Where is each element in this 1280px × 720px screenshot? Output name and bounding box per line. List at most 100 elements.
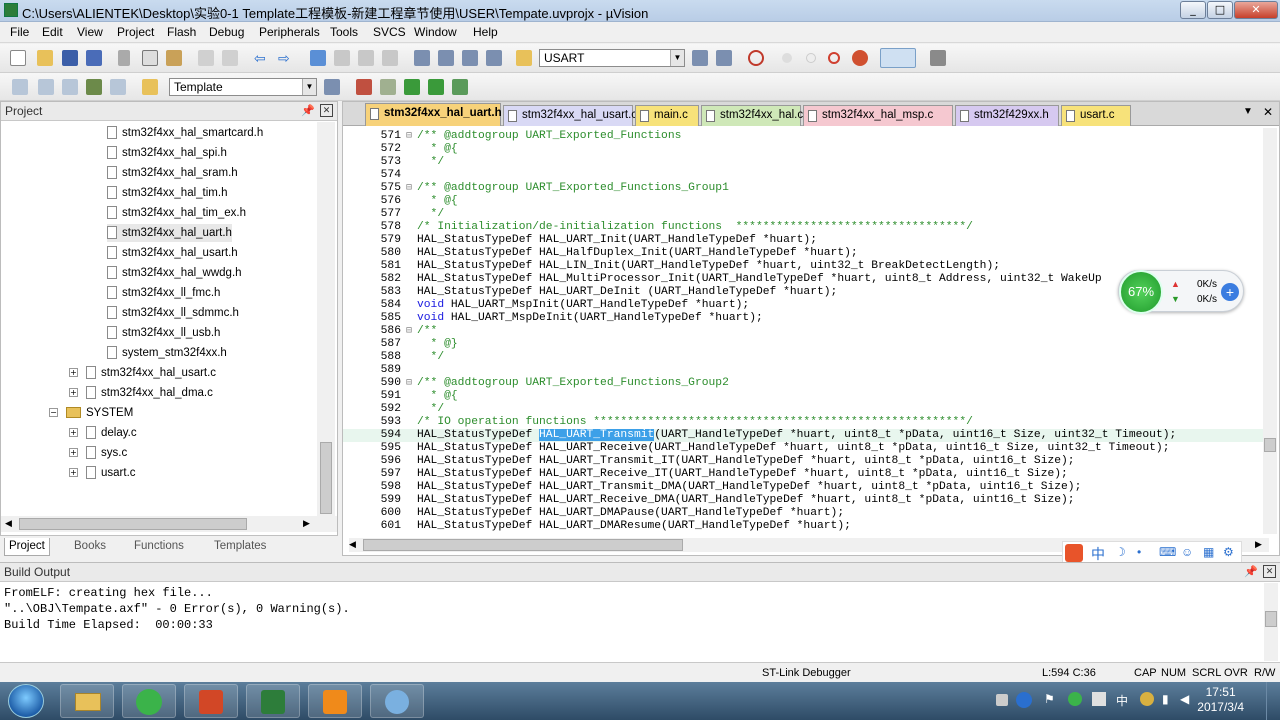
fold-marker-icon[interactable]: ⊟	[406, 130, 415, 143]
tree-source-item[interactable]: + usart.c	[69, 464, 136, 482]
bookmark-icon[interactable]	[310, 50, 326, 66]
skin-icon[interactable]: ▦	[1203, 545, 1214, 559]
tree-file-item[interactable]: stm32f4xx_hal_tim_ex.h	[107, 204, 246, 222]
code-line[interactable]: 596 HAL_StatusTypeDef HAL_UART_Transmit_I…	[343, 455, 1263, 468]
scroll-left-icon[interactable]: ◀	[349, 539, 356, 550]
menu-help[interactable]: Help	[473, 25, 498, 39]
tree-group-system[interactable]: − SYSTEM	[49, 404, 133, 422]
clock[interactable]: 17:51 2017/3/4	[1197, 685, 1244, 715]
copy-icon[interactable]	[142, 50, 158, 66]
nav-forward-icon[interactable]: ⇨	[278, 50, 294, 66]
tray-keyboard-icon[interactable]	[996, 694, 1008, 706]
editor-tab[interactable]: stm32f4xx_hal_msp.c	[803, 105, 953, 126]
undo-icon[interactable]	[198, 50, 214, 66]
code-line[interactable]: 599 HAL_StatusTypeDef HAL_UART_Receive_DM…	[343, 494, 1263, 507]
close-button[interactable]: ✕	[1234, 1, 1278, 19]
tray-app-icon[interactable]	[1068, 692, 1082, 706]
build-vscrollbar[interactable]	[1264, 583, 1278, 661]
replace-icon[interactable]	[716, 50, 732, 66]
fold-marker-icon[interactable]: ⊟	[406, 325, 415, 338]
open-folder-icon[interactable]	[37, 50, 53, 66]
close-icon[interactable]: ✕	[1263, 565, 1276, 578]
editor-tab[interactable]: main.c	[635, 105, 699, 126]
stop-icon[interactable]	[806, 53, 816, 63]
code-line[interactable]: 588 */	[343, 351, 1263, 364]
tree-file-item[interactable]: stm32f4xx_hal_tim.h	[107, 184, 227, 202]
volume-icon[interactable]: ◀	[1180, 692, 1189, 706]
code-line[interactable]: 598 HAL_StatusTypeDef HAL_UART_Transmit_D…	[343, 481, 1263, 494]
tree-file-item[interactable]: stm32f4xx_hal_sram.h	[107, 164, 238, 182]
component-icon[interactable]	[452, 79, 468, 95]
find-combo[interactable]: USART ▼	[539, 49, 685, 67]
scroll-left-icon[interactable]: ◀	[5, 518, 12, 529]
code-line[interactable]: 593 /* IO operation functions ***********…	[343, 416, 1263, 429]
scroll-right-icon[interactable]: ▶	[303, 518, 310, 529]
menu-window[interactable]: Window	[414, 25, 457, 39]
tree-vscrollbar[interactable]	[317, 122, 335, 516]
pin-icon[interactable]: 📌	[1244, 565, 1258, 578]
kill-breakpoints-icon[interactable]	[852, 50, 868, 66]
menu-file[interactable]: File	[10, 25, 29, 39]
expand-icon[interactable]: +	[69, 368, 78, 378]
code-line[interactable]: 580 HAL_StatusTypeDef HAL_HalfDuplex_Init…	[343, 247, 1263, 260]
tree-source-item[interactable]: + stm32f4xx_hal_usart.c	[69, 364, 216, 382]
run-icon[interactable]	[782, 53, 792, 63]
find-icon[interactable]	[692, 50, 708, 66]
scroll-thumb[interactable]	[1265, 611, 1277, 627]
network-monitor-widget[interactable]: 67% ▲ 0K/s ▼ 0K/s +	[1118, 270, 1244, 314]
code-line[interactable]: 585 void HAL_UART_MspDeInit(UART_HandleTy…	[343, 312, 1263, 325]
code-line[interactable]: 601 HAL_StatusTypeDef HAL_UART_DMAResume(…	[343, 520, 1263, 533]
code-line[interactable]: 600 HAL_StatusTypeDef HAL_UART_DMAPause(U…	[343, 507, 1263, 520]
code-line[interactable]: 587 * @}	[343, 338, 1263, 351]
network-icon[interactable]: ▮	[1162, 692, 1169, 706]
scroll-right-icon[interactable]: ▶	[1255, 539, 1262, 550]
find-in-files-icon[interactable]	[516, 50, 532, 66]
code-line[interactable]: 579 HAL_StatusTypeDef HAL_UART_Init(UART_…	[343, 234, 1263, 247]
cut-icon[interactable]	[118, 50, 130, 66]
build-icon[interactable]	[38, 79, 54, 95]
debug-session-icon[interactable]	[748, 50, 764, 66]
start-button[interactable]	[8, 684, 44, 718]
code-line[interactable]: 581 HAL_StatusTypeDef HAL_LIN_Init(UART_H…	[343, 260, 1263, 273]
code-line[interactable]: 571 ⊟/** @addtogroup UART_Exported_Functi…	[343, 130, 1263, 143]
code-line[interactable]: 595 HAL_StatusTypeDef HAL_UART_Receive(UA…	[343, 442, 1263, 455]
rebuild-icon[interactable]	[62, 79, 78, 95]
code-line[interactable]: 577 */	[343, 208, 1263, 221]
tree-source-item[interactable]: + sys.c	[69, 444, 127, 462]
code-line[interactable]: 572 * @{	[343, 143, 1263, 156]
save-all-icon[interactable]	[86, 50, 102, 66]
user-icon[interactable]: ☺	[1181, 545, 1193, 559]
close-tab-icon[interactable]: ✕	[1263, 105, 1273, 119]
uncomment-icon[interactable]	[486, 50, 502, 66]
manage-rte-icon[interactable]	[428, 79, 444, 95]
gear-icon[interactable]: ⚙	[1223, 545, 1234, 559]
keyboard-icon[interactable]: ⌨	[1159, 545, 1176, 559]
pin-icon[interactable]: 📌	[301, 104, 315, 117]
code-line[interactable]: 586 ⊟/**	[343, 325, 1263, 338]
help-icon[interactable]	[1016, 692, 1032, 708]
next-bookmark-icon[interactable]	[358, 50, 374, 66]
download-icon[interactable]	[142, 79, 158, 95]
build-output-text[interactable]: FromELF: creating hex file... "..\OBJ\Te…	[4, 585, 350, 633]
manage-env-icon[interactable]	[380, 79, 396, 95]
tree-file-item[interactable]: stm32f4xx_hal_wwdg.h	[107, 264, 242, 282]
new-file-icon[interactable]	[10, 50, 26, 66]
target-combo[interactable]: Template ▼	[169, 78, 317, 96]
editor-tab[interactable]: stm32f4xx_hal_usart.c	[503, 105, 637, 126]
tree-file-item[interactable]: stm32f4xx_hal_spi.h	[107, 144, 227, 162]
code-line[interactable]: 591 * @{	[343, 390, 1263, 403]
menu-view[interactable]: View	[77, 25, 103, 39]
stop-build-icon[interactable]	[110, 79, 126, 95]
tab-project[interactable]: Project	[4, 538, 50, 556]
ime-toolbar[interactable]: 中 ☽ • ⌨ ☺ ▦ ⚙	[1062, 541, 1242, 563]
expand-icon[interactable]: +	[69, 448, 78, 458]
chevron-down-icon[interactable]: ▼	[302, 79, 316, 95]
code-line[interactable]: 590 ⊟/** @addtogroup UART_Exported_Functi…	[343, 377, 1263, 390]
code-line[interactable]: 576 * @{	[343, 195, 1263, 208]
comment-icon[interactable]	[462, 50, 478, 66]
redo-icon[interactable]	[222, 50, 238, 66]
tree-file-item[interactable]: stm32f4xx_hal_smartcard.h	[107, 124, 263, 142]
wrench-icon[interactable]	[930, 50, 946, 66]
unindent-icon[interactable]	[438, 50, 454, 66]
menu-project[interactable]: Project	[117, 25, 154, 39]
